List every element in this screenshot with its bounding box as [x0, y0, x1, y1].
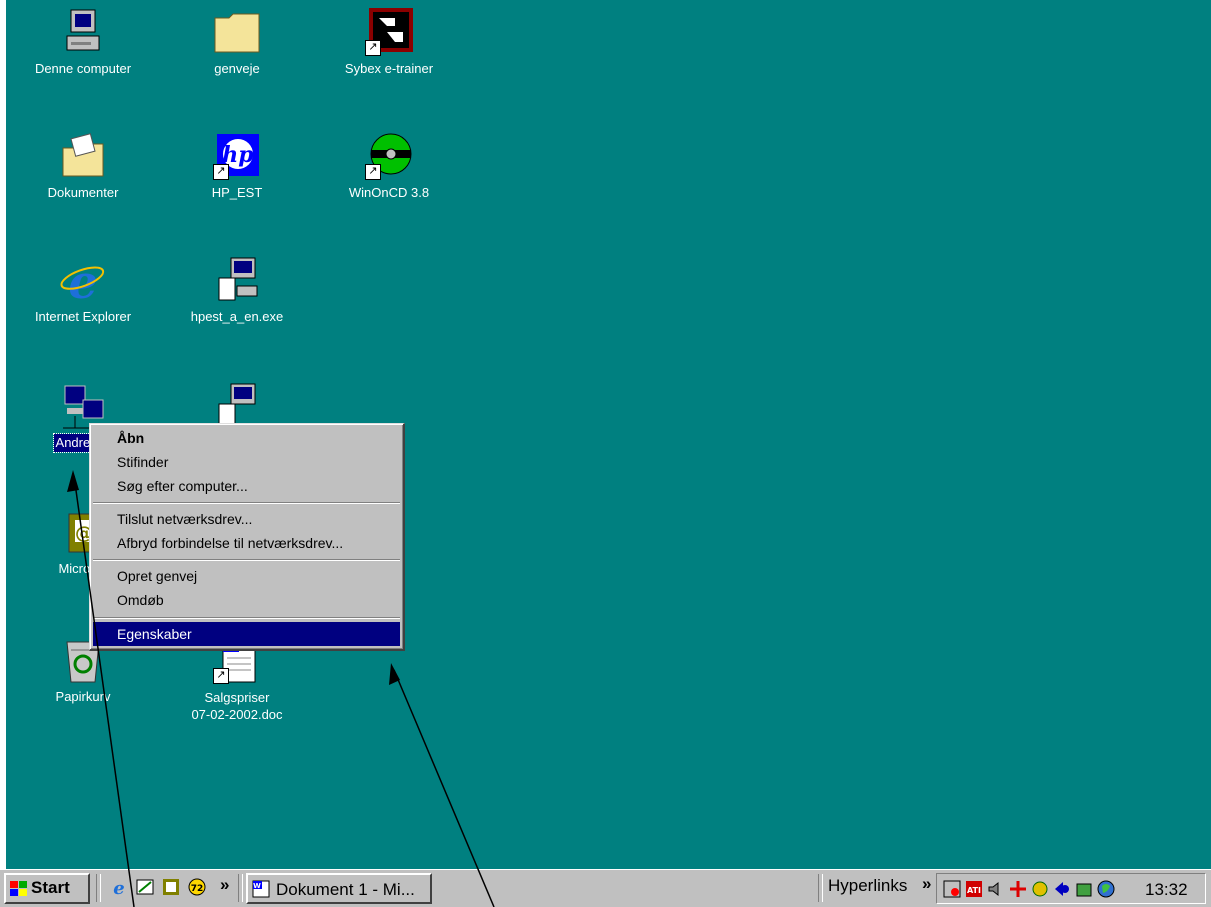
annotation-arrow: [67, 470, 135, 907]
annotation-arrows: [67, 470, 495, 907]
annotation-arrow: [389, 663, 495, 907]
